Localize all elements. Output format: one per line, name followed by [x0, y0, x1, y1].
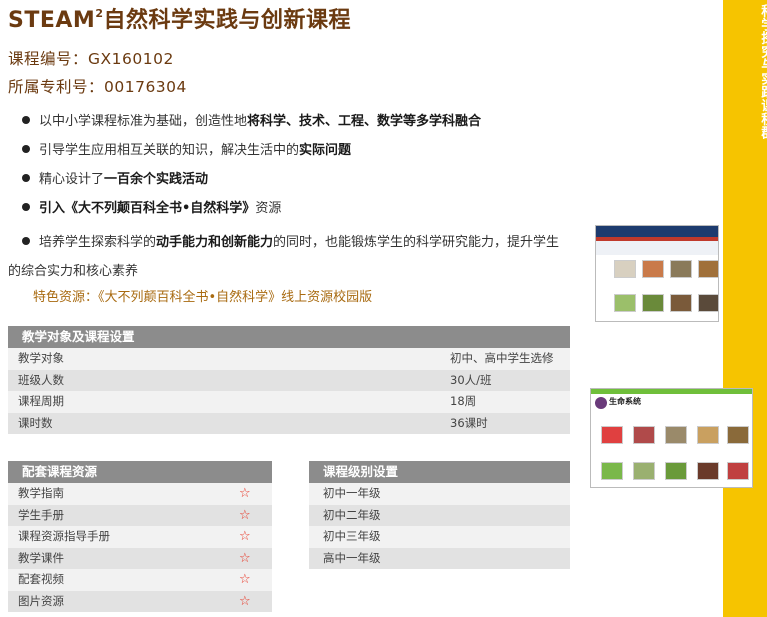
level-name: 初中二年级	[323, 507, 381, 522]
table-row: 教学课件 ☆	[8, 547, 272, 569]
flower-icon	[595, 397, 607, 409]
table-row: 初中二年级	[309, 504, 570, 526]
course-code: 课程编号：GX160102	[8, 50, 174, 68]
table-row: 高中一年级	[309, 547, 570, 569]
patent-number: 所属专利号：00176304	[8, 78, 187, 96]
image-thumbnail	[601, 462, 623, 480]
life-system-screenshot: 生命系统	[590, 388, 753, 488]
resource-name: 教学课件	[18, 550, 64, 565]
course-setup-table: 教学对象及课程设置 教学对象 初中、高中学生选修 班级人数 30人/班 课程周期 18周课…	[8, 326, 570, 434]
image-thumbnail	[697, 426, 719, 444]
table-row: 课程资源指导手册 ☆	[8, 526, 272, 548]
row-label: 班级人数	[18, 372, 64, 387]
star-icon: ☆	[239, 550, 251, 566]
image-thumbnail	[642, 260, 664, 278]
image-thumbnail	[670, 260, 692, 278]
row-label: 课时数	[18, 415, 53, 430]
feature-resource: 特色资源：《大不列颠百科全书•自然科学》线上资源校园版	[33, 290, 373, 305]
table-row: 教学指南 ☆	[8, 483, 272, 505]
bullet-icon	[22, 203, 30, 211]
image-thumbnail	[665, 462, 687, 480]
image-thumbnail	[727, 462, 749, 480]
bullet-icon	[22, 174, 30, 182]
side-category-bar: 科学探究与实践课程群	[723, 0, 767, 617]
image-thumbnail	[633, 462, 655, 480]
bullet-item: 引入《大不列颠百科全书•自然科学》资源	[8, 199, 568, 228]
image-thumbnail	[727, 426, 749, 444]
image-thumbnail	[697, 462, 719, 480]
row-value: 18周	[450, 394, 477, 408]
star-icon: ☆	[239, 507, 251, 523]
table-row: 图片资源 ☆	[8, 590, 272, 612]
bullet-item: 引导学生应用相互关联的知识，解决生活中的实际问题	[8, 141, 568, 170]
row-value: 30人/班	[450, 372, 492, 387]
resource-name: 图片资源	[18, 593, 64, 608]
table-row: 教学对象 初中、高中学生选修	[8, 348, 570, 370]
resources-table: 配套课程资源 教学指南 ☆ 学生手册 ☆ 课程资源指导手册 ☆ 教学课件 ☆ 配套视频 ☆ 图片资源…	[8, 461, 272, 612]
image-thumbnail	[665, 426, 687, 444]
table-header: 配套课程资源	[8, 461, 272, 483]
resource-name: 学生手册	[18, 507, 64, 522]
star-icon: ☆	[239, 529, 251, 544]
image-thumbnail	[698, 260, 718, 278]
bullet-icon	[22, 237, 30, 245]
row-label: 课程周期	[18, 394, 64, 408]
table-row: 课时数 36课时	[8, 412, 570, 434]
screenshot-heading: 生命系统	[609, 397, 641, 406]
table-row: 初中三年级	[309, 526, 570, 548]
table-row: 课程周期 18周	[8, 391, 570, 413]
feature-list: 以中小学课程标准为基础，创造性地将科学、技术、工程、数学等多学科融合 引导学生应…	[8, 112, 568, 310]
image-thumbnail	[642, 294, 664, 312]
row-value: 初中、高中学生选修	[450, 351, 554, 365]
resource-name: 教学指南	[18, 486, 64, 500]
star-icon: ☆	[239, 486, 251, 501]
bullet-item: 精心设计了一百余个实践活动	[8, 170, 568, 199]
image-thumbnail	[698, 294, 718, 312]
image-thumbnail	[670, 294, 692, 312]
row-label: 教学对象	[18, 351, 64, 365]
bullet-icon	[22, 116, 30, 124]
image-thumbnail	[614, 260, 636, 278]
level-name: 高中一年级	[323, 550, 381, 565]
course-levels-table: 课程级别设置 初中一年级初中二年级初中三年级高中一年级	[309, 461, 570, 569]
image-thumbnail	[614, 294, 636, 312]
bullet-item: 以中小学课程标准为基础，创造性地将科学、技术、工程、数学等多学科融合	[8, 112, 568, 141]
table-row: 班级人数 30人/班	[8, 369, 570, 391]
bullet-item: 培养学生探索科学的动手能力和创新能力的同时，也能锻炼学生的科学研究能力，提升学生…	[8, 235, 560, 279]
table-header: 课程级别设置	[309, 461, 570, 483]
resource-name: 课程资源指导手册	[18, 529, 110, 543]
image-thumbnail	[601, 426, 623, 444]
table-header: 教学对象及课程设置	[8, 326, 570, 348]
star-icon: ☆	[239, 572, 251, 587]
bullet-icon	[22, 145, 30, 153]
website-screenshot	[595, 225, 719, 322]
page-title: STEAM2自然科学实践与创新课程	[8, 7, 351, 33]
table-row: 初中一年级	[309, 483, 570, 505]
row-value: 36课时	[450, 415, 488, 430]
star-icon: ☆	[239, 593, 251, 609]
side-category-label: 科学探究与实践课程群	[758, 4, 767, 139]
level-name: 初中一年级	[323, 486, 381, 500]
image-thumbnail	[633, 426, 655, 444]
table-row: 学生手册 ☆	[8, 504, 272, 526]
resource-name: 配套视频	[18, 572, 64, 586]
level-name: 初中三年级	[323, 529, 381, 543]
table-row: 配套视频 ☆	[8, 569, 272, 591]
